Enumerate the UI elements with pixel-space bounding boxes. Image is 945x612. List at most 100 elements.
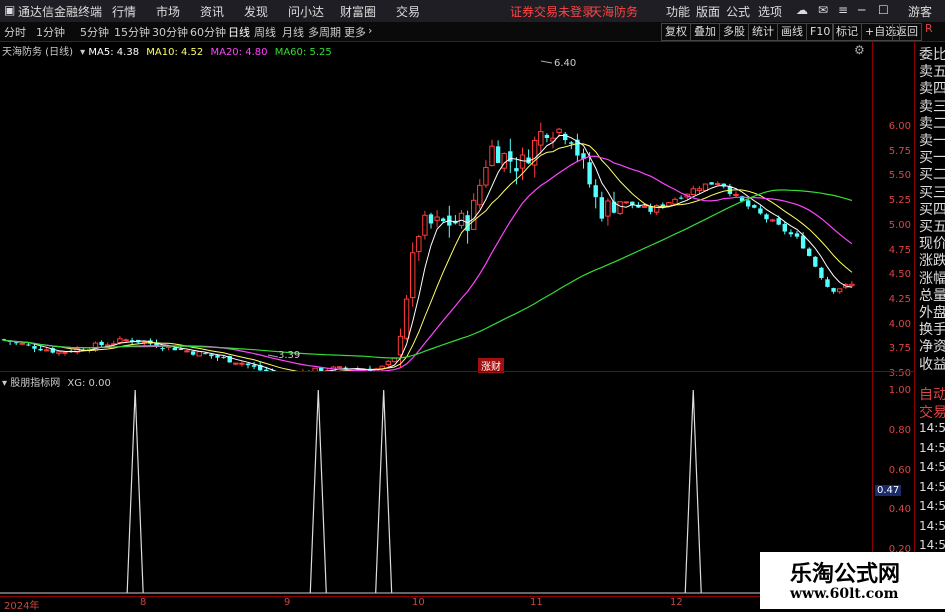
period-multi[interactable]: 多周期 (308, 24, 341, 40)
btn-draw[interactable]: 画线 (777, 23, 807, 41)
candle-body (764, 214, 768, 219)
candle-body (819, 268, 823, 278)
candle-body (99, 342, 103, 345)
xg-signal-series (0, 390, 872, 593)
candle-body (404, 299, 408, 338)
menu-news[interactable]: 资讯 (200, 3, 224, 20)
btn-back[interactable]: 返回 (892, 23, 922, 41)
ma10-label: MA10: 4.52 (146, 47, 203, 58)
candle-body (691, 189, 695, 195)
menu-options[interactable]: 选项 (758, 3, 782, 20)
candle-body (801, 236, 805, 249)
candle-body (124, 340, 128, 341)
chart-legend: 天海防务 (日线) ▾ MA5: 4.38 MA10: 4.52 MA20: 4… (2, 43, 332, 58)
candle-body (63, 352, 67, 353)
cloud-icon[interactable]: ☁ (796, 3, 808, 17)
menu-function[interactable]: 功能 (666, 3, 690, 20)
menu-discover[interactable]: 发现 (244, 3, 268, 20)
period-more[interactable]: 更多 (344, 24, 366, 40)
indicator-chart[interactable]: ▾ 股朋指标网 XG: 0.00 (0, 372, 872, 596)
menu-formula[interactable]: 公式 (726, 3, 750, 20)
month-label: 9 (284, 597, 290, 608)
candle-body (179, 349, 183, 350)
btn-overlay[interactable]: 叠加 (690, 23, 720, 41)
btn-adjust[interactable]: 复权 (661, 23, 691, 41)
candle-body (203, 353, 207, 354)
minimize-icon[interactable]: ─ (858, 3, 865, 17)
period-1min[interactable]: 1分钟 (36, 24, 65, 40)
candle-body (563, 134, 567, 140)
trade-time: 14:56 (919, 519, 945, 533)
watermark-title: 乐淘公式网 (790, 556, 900, 588)
candle-body (539, 132, 543, 146)
candle-body (398, 336, 402, 355)
candle-body (758, 208, 762, 213)
candle-body (435, 217, 439, 220)
period-30min[interactable]: 30分钟 (152, 24, 188, 40)
menu-wealth[interactable]: 财富圈 (340, 3, 376, 20)
candle-body (459, 213, 463, 225)
indicator-dropdown-icon[interactable]: ▾ (2, 378, 7, 389)
menu-quotes[interactable]: 行情 (112, 3, 136, 20)
candle-body (831, 288, 835, 292)
period-15min[interactable]: 15分钟 (114, 24, 150, 40)
menu-market[interactable]: 市场 (156, 3, 180, 20)
trade-time: 14:56 (919, 421, 945, 435)
btn-f10[interactable]: F10 (806, 23, 834, 41)
chevron-right-icon[interactable]: › (368, 24, 372, 37)
low-price-marker: 3.39 (278, 350, 300, 361)
watermark-url: www.60lt.com (790, 586, 898, 602)
candle-body (441, 219, 445, 222)
candle-body (618, 202, 622, 214)
auto-trade-label-1[interactable]: 自动 (919, 384, 945, 404)
candle-body (545, 135, 549, 138)
month-label: 11 (530, 597, 543, 608)
period-daily[interactable]: 日线 (228, 24, 250, 40)
candle-body (32, 346, 36, 349)
candle-body (783, 224, 787, 232)
price-tick: 5.75 (889, 146, 911, 157)
trade-time: 14:56 (919, 441, 945, 455)
bell-icon[interactable]: ✉ (818, 3, 828, 17)
ma5-label: MA5: 4.38 (88, 47, 139, 58)
menu-layout[interactable]: 版面 (696, 3, 720, 20)
candle-body (838, 289, 842, 292)
login-notice[interactable]: 证券交易未登录 (510, 3, 594, 20)
auto-trade-label-2[interactable]: 交易 (919, 402, 945, 422)
user-label[interactable]: 游客 (908, 3, 932, 20)
period-60min[interactable]: 60分钟 (190, 24, 226, 40)
period-weekly[interactable]: 周线 (254, 24, 276, 40)
trade-time: 14:56 (919, 499, 945, 513)
period-5min[interactable]: 5分钟 (80, 24, 109, 40)
dropdown-icon[interactable]: ▾ (80, 47, 85, 58)
r-badge[interactable]: R (925, 22, 933, 35)
candle-body (221, 357, 225, 358)
candle-body (185, 351, 189, 352)
candle-body (587, 162, 591, 184)
settings-icon[interactable]: ⚙ (854, 43, 865, 57)
price-tick: 4.75 (889, 245, 911, 256)
period-monthly[interactable]: 月线 (282, 24, 304, 40)
indicator-legend: ▾ 股朋指标网 XG: 0.00 (2, 374, 111, 389)
maximize-icon[interactable]: ☐ (878, 3, 889, 17)
ma20-line (4, 156, 852, 371)
btn-multi-stock[interactable]: 多股 (719, 23, 749, 41)
candle-body (606, 201, 610, 216)
candle-body (337, 367, 341, 368)
btn-stats[interactable]: 统计 (748, 23, 778, 41)
app-title: 通达信金融终端 (18, 3, 102, 20)
menu-trade[interactable]: 交易 (396, 3, 420, 20)
candle-body (411, 253, 415, 298)
candle-body (777, 218, 781, 224)
menu-ask[interactable]: 问小达 (288, 3, 324, 20)
btn-mark[interactable]: 标记 (832, 23, 862, 41)
period-intraday[interactable]: 分时 (4, 24, 26, 40)
price-chart[interactable]: 天海防务 (日线) ▾ MA5: 4.38 MA10: 4.52 MA20: 4… (0, 41, 872, 371)
candle-body (45, 350, 49, 351)
candle-body (14, 342, 18, 343)
candle-body (490, 146, 494, 165)
trade-time: 14:56 (919, 480, 945, 494)
candle-body (642, 206, 646, 207)
menu-icon[interactable]: ≡ (838, 3, 848, 17)
indicator-tick: 0.80 (889, 425, 911, 436)
